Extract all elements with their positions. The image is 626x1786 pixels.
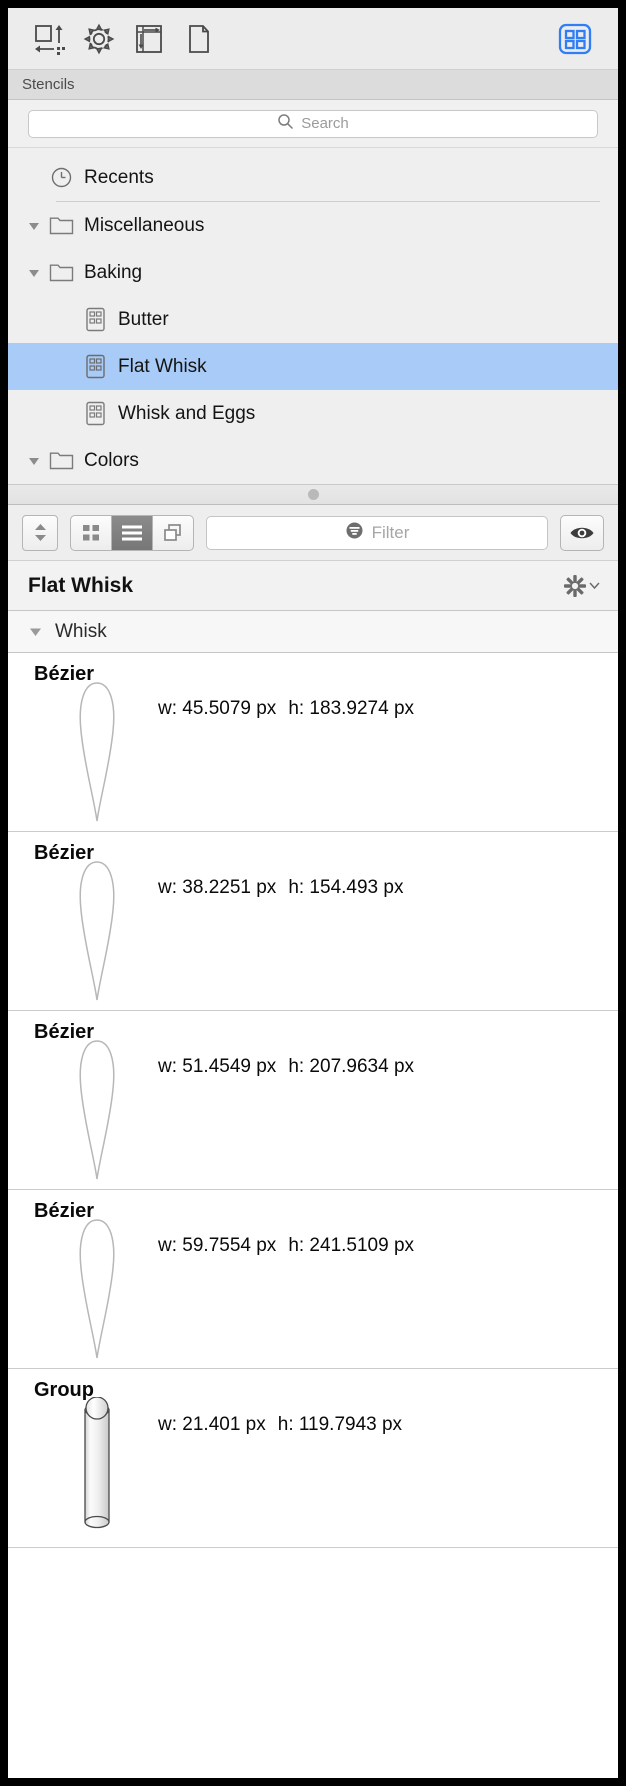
folder-icon (46, 262, 76, 283)
stencil-library-window: Stencils Search Recents Miscellaneous Ba… (8, 8, 618, 1778)
filter-input[interactable]: Filter (206, 515, 548, 550)
tree-item-label: Whisk and Eggs (118, 402, 256, 424)
chevron-down-icon (589, 582, 600, 590)
list-item[interactable]: Bézier w: 59.7554 px h: 241.5109 px (8, 1190, 618, 1369)
object-dimensions: w: 45.5079 px h: 183.9274 px (158, 698, 415, 719)
tree-item-miscellaneous[interactable]: Miscellaneous (8, 202, 618, 249)
bezier-teardrop-icon (66, 860, 128, 1005)
disclosure-triangle-down-icon[interactable] (22, 266, 46, 280)
view-mode-segmented-control (70, 514, 194, 551)
list-item[interactable]: Bézier w: 51.4549 px h: 207.9634 px (8, 1011, 618, 1190)
filter-placeholder: Filter (371, 522, 410, 542)
folder-icon (46, 450, 76, 471)
tree-item-label: Flat Whisk (118, 355, 207, 377)
filter-icon (345, 521, 364, 545)
search-placeholder: Search (301, 115, 349, 132)
gear-settings-icon[interactable] (74, 16, 124, 62)
gear-icon (564, 574, 586, 597)
document-page-icon[interactable] (174, 16, 224, 62)
object-dimensions: w: 38.2251 px h: 154.493 px (158, 877, 404, 898)
disclosure-triangle-down-icon[interactable] (22, 454, 46, 468)
bezier-teardrop-icon (66, 681, 128, 826)
disclosure-triangle-down-icon[interactable] (22, 219, 46, 233)
search-row: Search (8, 100, 618, 148)
resize-canvas-icon[interactable] (24, 16, 74, 62)
list-view-icon[interactable] (112, 515, 153, 550)
tree-item-recents[interactable]: Recents (8, 154, 618, 201)
stencil-icon (80, 307, 110, 332)
stencils-title-bar: Stencils (8, 70, 618, 100)
page-title: Flat Whisk (28, 573, 134, 597)
tree-item-label: Butter (118, 308, 169, 330)
disclosure-triangle-down-icon[interactable] (28, 624, 43, 639)
tree-item-label: Miscellaneous (84, 214, 205, 236)
panel-splitter[interactable] (8, 484, 618, 505)
bezier-teardrop-icon (66, 1218, 128, 1363)
stencils-title: Stencils (22, 76, 75, 93)
inspector-header: Flat Whisk (8, 561, 618, 611)
sort-stepper[interactable] (22, 514, 58, 551)
object-dimensions: w: 59.7554 px h: 241.5109 px (158, 1235, 415, 1256)
inspector-toolbar: Filter (8, 505, 618, 561)
stencil-icon (80, 401, 110, 426)
object-dimensions: w: 21.401 px h: 119.7943 px (158, 1414, 403, 1435)
tree-item-butter[interactable]: Butter (8, 296, 618, 343)
list-item[interactable]: Bézier w: 38.2251 px h: 154.493 px (8, 832, 618, 1011)
object-list: Bézier w: 45.5079 px h: 183.9274 px Bézie… (8, 653, 618, 1778)
tree-item-baking[interactable]: Baking (8, 249, 618, 296)
tree-item-flat-whisk[interactable]: Flat Whisk (8, 343, 618, 390)
tree-item-label: Colors (84, 449, 139, 471)
top-toolbar (8, 8, 618, 70)
stepper-down-icon (34, 535, 46, 541)
stencil-tree: Recents Miscellaneous Baking Butter Flat… (8, 148, 618, 484)
tree-item-label: Baking (84, 261, 143, 283)
splitter-knob[interactable] (307, 489, 319, 500)
gear-menu[interactable] (563, 574, 600, 598)
grid-guides-icon[interactable] (124, 16, 174, 62)
search-icon (277, 113, 294, 135)
list-item[interactable]: Group w: 21.401 px h: 119.7943 px (8, 1369, 618, 1548)
stencil-icon (80, 354, 110, 379)
folder-icon (46, 215, 76, 236)
group-header-whisk[interactable]: Whisk (8, 611, 618, 653)
stencils-grid-icon[interactable] (550, 16, 600, 62)
list-item[interactable]: Bézier w: 45.5079 px h: 183.9274 px (8, 653, 618, 832)
tree-item-whisk-and-eggs[interactable]: Whisk and Eggs (8, 390, 618, 437)
eye-icon[interactable] (560, 514, 604, 551)
grid-view-icon[interactable] (71, 515, 112, 550)
group-cylinder-icon (66, 1397, 128, 1542)
object-dimensions: w: 51.4549 px h: 207.9634 px (158, 1056, 415, 1077)
tree-item-colors[interactable]: Colors (8, 437, 618, 484)
bezier-teardrop-icon (66, 1039, 128, 1184)
group-label: Whisk (55, 620, 107, 642)
stepper-up-icon (34, 524, 46, 530)
clock-icon (46, 166, 76, 189)
tree-item-label: Recents (84, 166, 154, 188)
layers-view-icon[interactable] (153, 516, 193, 550)
search-input[interactable]: Search (28, 109, 598, 138)
